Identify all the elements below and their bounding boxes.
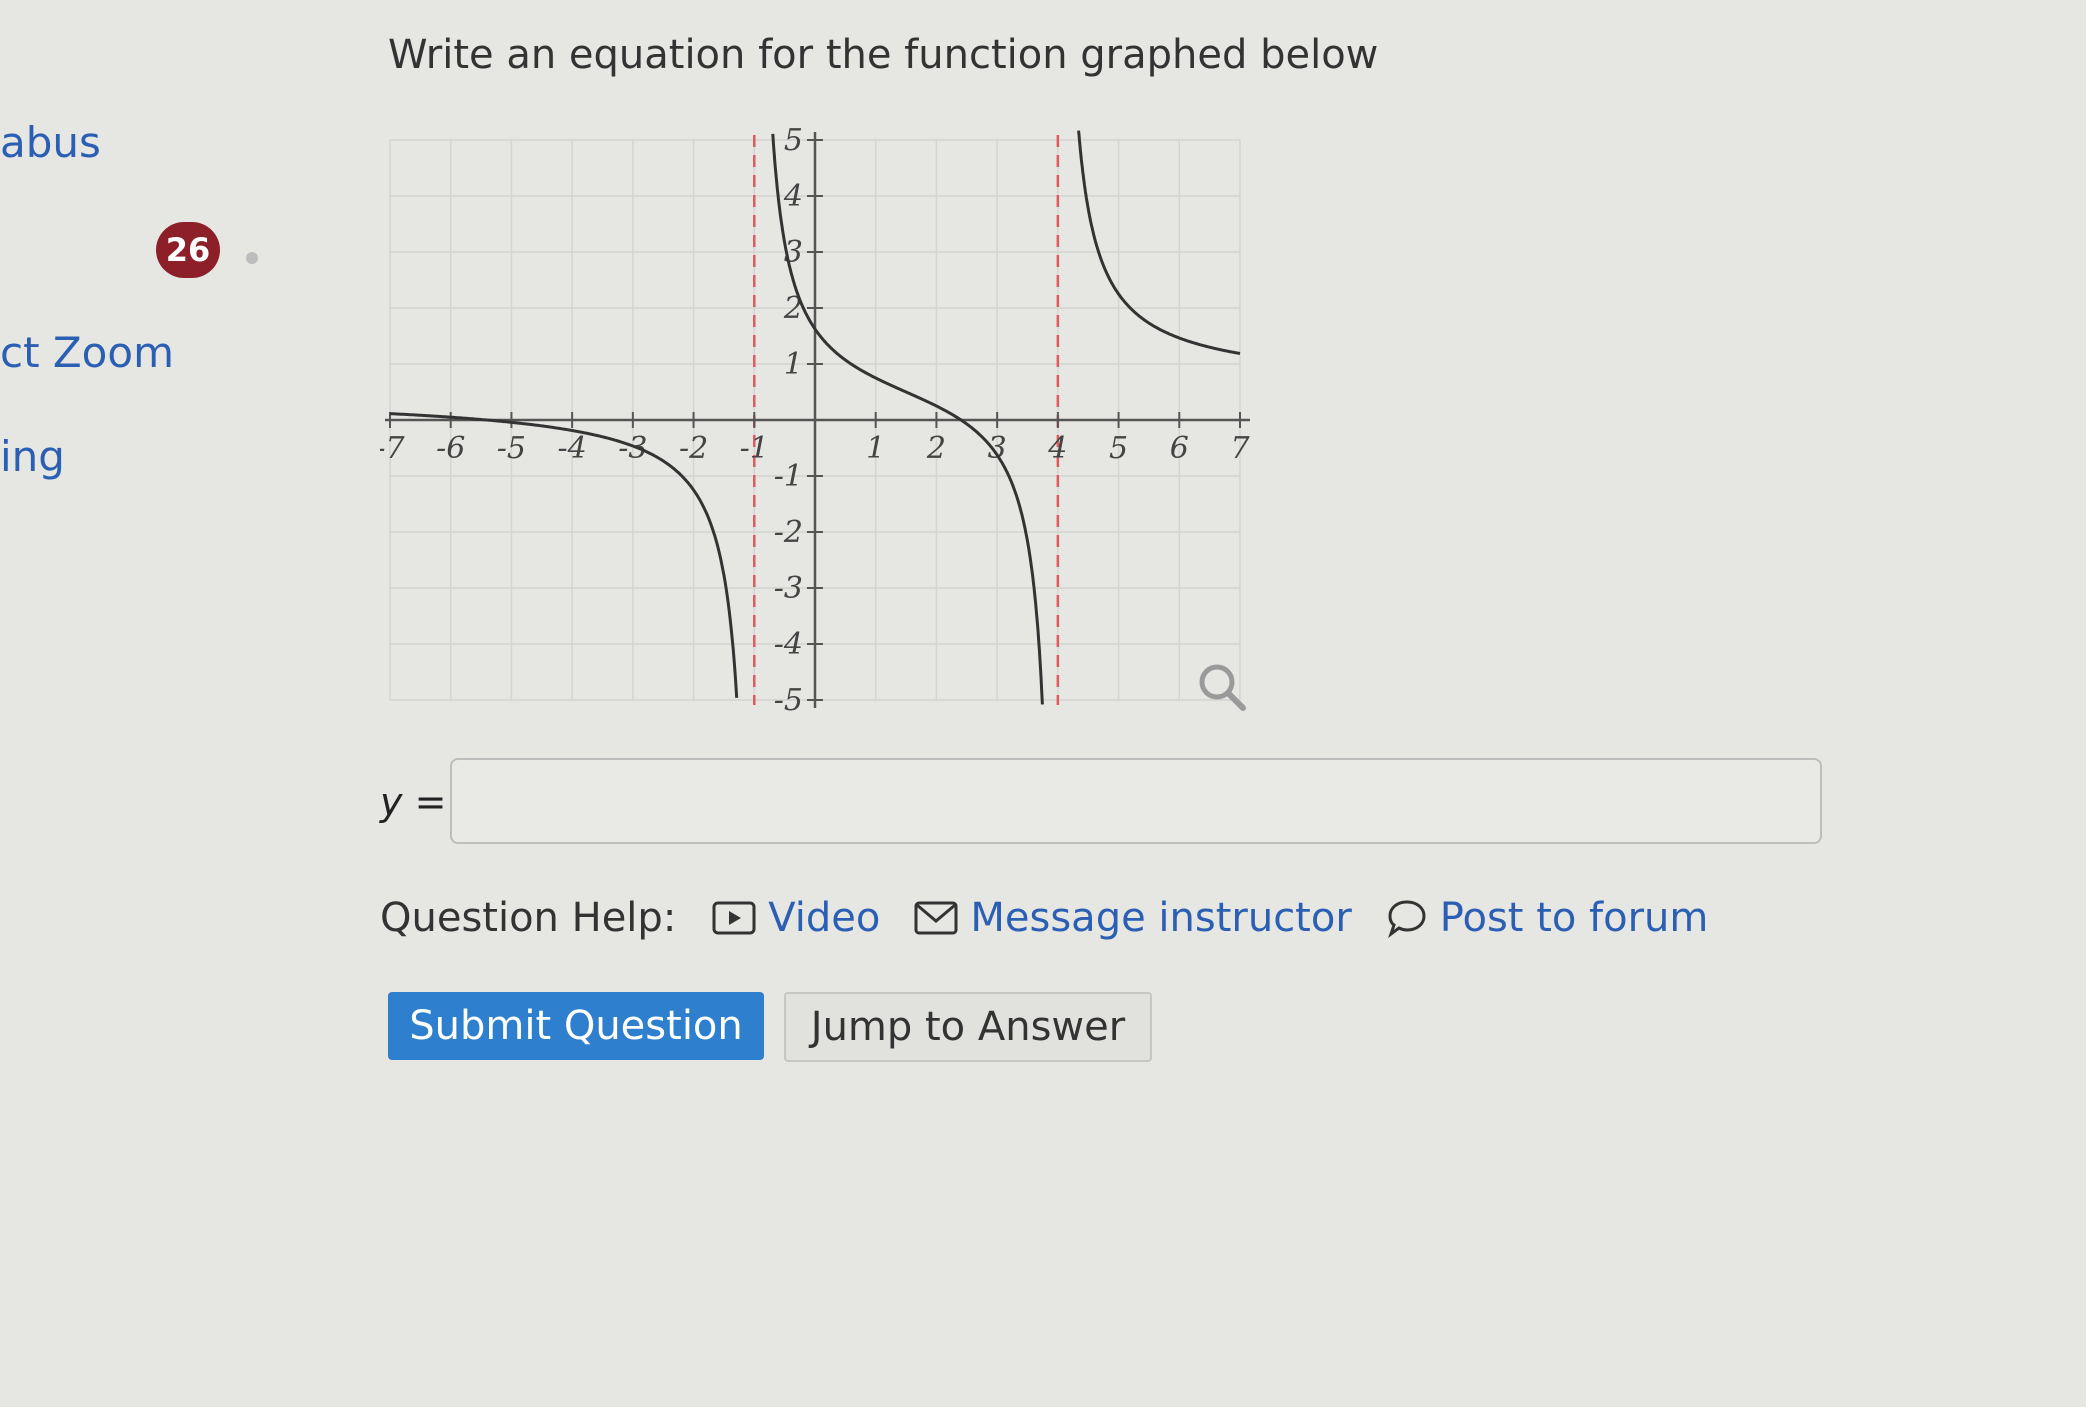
y-tick-label: 4 bbox=[783, 179, 803, 214]
sidebar-item-ing[interactable]: ing bbox=[0, 432, 65, 481]
x-tick-label: -5 bbox=[497, 431, 526, 466]
question-title: Write an equation for the function graph… bbox=[388, 32, 1379, 78]
magnifier-icon[interactable] bbox=[1195, 660, 1249, 714]
speech-bubble-icon bbox=[1387, 900, 1426, 938]
submit-question-button[interactable]: Submit Question bbox=[388, 992, 764, 1060]
x-tick-label: -4 bbox=[558, 431, 587, 466]
x-tick-label: 2 bbox=[926, 431, 946, 466]
jump-to-answer-button[interactable]: Jump to Answer bbox=[784, 992, 1152, 1062]
y-tick-label: 5 bbox=[784, 125, 803, 158]
envelope-icon bbox=[914, 901, 958, 935]
function-graph: -7-6-5-4-3-2-1123456754321-1-2-3-4-5 bbox=[380, 125, 1250, 715]
y-tick-label: -1 bbox=[774, 459, 803, 494]
function-curve bbox=[1077, 130, 1241, 355]
x-tick-label: -7 bbox=[380, 431, 406, 466]
message-instructor-link[interactable]: Message instructor bbox=[914, 895, 1352, 941]
x-tick-label: -1 bbox=[740, 431, 769, 466]
answer-label: y = bbox=[380, 780, 447, 824]
sidebar-item-zoom[interactable]: ct Zoom bbox=[0, 328, 174, 377]
y-tick-label: -4 bbox=[774, 627, 803, 662]
video-link-label: Video bbox=[768, 895, 881, 941]
sidebar: abus 26 ct Zoom ing bbox=[0, 0, 300, 1407]
answer-input[interactable] bbox=[450, 758, 1822, 844]
x-tick-label: 1 bbox=[866, 431, 885, 466]
status-dot bbox=[246, 252, 258, 264]
y-tick-label: -5 bbox=[774, 683, 803, 715]
y-tick-label: -3 bbox=[774, 571, 803, 606]
x-tick-label: 7 bbox=[1230, 431, 1250, 466]
notification-badge[interactable]: 26 bbox=[156, 222, 220, 278]
post-to-forum-link[interactable]: Post to forum bbox=[1386, 895, 1709, 941]
question-help-label: Question Help: bbox=[380, 895, 677, 941]
axes bbox=[385, 132, 1250, 708]
y-tick-label: -2 bbox=[774, 515, 803, 550]
x-tick-label: 6 bbox=[1170, 431, 1189, 466]
video-icon bbox=[712, 901, 756, 935]
x-tick-label: 5 bbox=[1109, 431, 1128, 466]
video-link[interactable]: Video bbox=[712, 895, 880, 941]
y-tick-label: 1 bbox=[784, 347, 803, 382]
message-instructor-label: Message instructor bbox=[970, 895, 1352, 941]
answer-row: y = bbox=[380, 758, 1830, 850]
sidebar-item-syllabus[interactable]: abus bbox=[0, 118, 101, 167]
question-help: Question Help: Video Message instructor … bbox=[380, 888, 1780, 948]
x-tick-label: -2 bbox=[679, 431, 708, 466]
x-tick-label: 3 bbox=[988, 431, 1007, 466]
x-tick-label: -6 bbox=[436, 431, 465, 466]
post-to-forum-label: Post to forum bbox=[1439, 895, 1709, 941]
x-tick-label: 4 bbox=[1047, 431, 1067, 466]
